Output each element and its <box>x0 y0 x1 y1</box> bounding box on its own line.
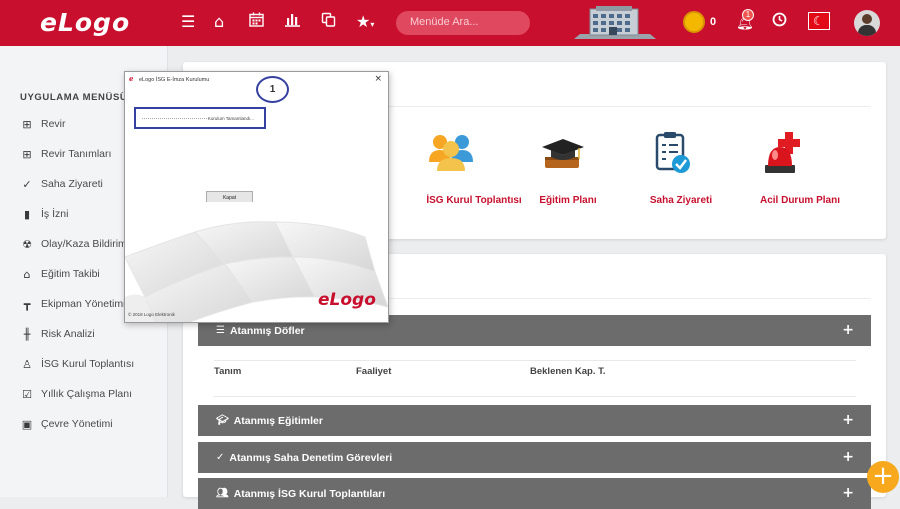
panel-atanmis-egitimler[interactable]: 🎓︎ Atanmış Eğitimler + <box>198 405 871 436</box>
shortcut-isg-kurul[interactable]: İSG Kurul Toplantısı <box>420 195 528 206</box>
add-fab-button[interactable]: + <box>867 461 899 493</box>
column-header[interactable]: Faaliyet <box>356 366 391 377</box>
notification-badge: 1 <box>742 9 754 21</box>
paint-roller-icon: ┳ <box>23 297 31 311</box>
sidebar-title: UYGULAMA MENÜSÜ <box>20 92 128 103</box>
panel-title: Atanmış Saha Denetim Görevleri <box>229 451 393 464</box>
calendar-icon: ▣ <box>21 417 33 431</box>
flag-tr-icon[interactable]: ☾ <box>808 12 830 30</box>
plus-square-icon: ⊞ <box>22 117 32 131</box>
sidebar-item-label: Revir Tanımları <box>41 148 112 160</box>
shortcut-acil-durum[interactable]: Acil Durum Planı <box>752 195 848 206</box>
home-icon[interactable]: ⌂ <box>214 12 224 32</box>
file-icon: ▮ <box>23 207 31 221</box>
bar-chart-icon[interactable] <box>284 12 301 32</box>
plus-square-icon: ⊞ <box>22 147 32 161</box>
siren-icon[interactable] <box>763 129 807 175</box>
copy-icon[interactable] <box>321 12 336 32</box>
sidebar-item-label: Çevre Yönetimi <box>41 418 113 430</box>
user-avatar[interactable] <box>854 10 880 36</box>
dialog-title: eLogo İSG E-İmza Kurulumu <box>139 77 210 83</box>
install-status-text: Kurulum Tamamlandı... <box>207 116 254 121</box>
column-header[interactable]: Tanım <box>214 366 241 377</box>
elogo-logo[interactable]: eLogo <box>40 8 130 37</box>
clock-icon[interactable] <box>772 12 787 32</box>
expand-plus-icon[interactable]: + <box>842 322 854 338</box>
check-icon: ✓ <box>216 452 225 463</box>
list-icon: ☰ <box>216 325 225 336</box>
shortcut-label: Acil Durum Planı <box>759 195 840 206</box>
sidebar-item-label: İş İzni <box>41 208 69 220</box>
shortcut-egitim-plani[interactable]: Eğitim Planı <box>530 195 606 206</box>
building-logo[interactable] <box>574 6 656 40</box>
install-status-box: Kurulum Tamamlandı... <box>134 107 266 129</box>
top-bar: eLogo ☰ ⌂ ★▾ Menüde Ara... 0 🔔︎ 1 ☾ <box>0 0 900 46</box>
group-icon[interactable] <box>428 132 474 172</box>
expand-plus-icon[interactable]: + <box>842 449 854 465</box>
menu-search-input[interactable]: Menüde Ara... <box>396 11 530 35</box>
sidebar-item-label: Risk Analizi <box>41 328 95 340</box>
graduation-cap-icon: 🎓︎ <box>216 415 229 426</box>
panel-isg-kurul[interactable]: 👥︎ Atanmış İSG Kurul Toplantıları + <box>198 478 871 509</box>
panel-title: Atanmış Döfler <box>229 324 305 337</box>
sidebar-item-label: Revir <box>41 118 66 130</box>
close-icon[interactable]: × <box>374 74 382 84</box>
panel-title: Atanmış Eğitimler <box>233 414 323 427</box>
coins-icon[interactable] <box>683 11 705 33</box>
clipboard-check-icon[interactable] <box>654 131 692 175</box>
sidebar-item-cevre[interactable]: ▣ Çevre Yönetimi <box>0 412 168 436</box>
waveform-icon: ╫ <box>23 327 31 341</box>
expand-plus-icon[interactable]: + <box>842 485 854 501</box>
bank-icon: ⌂ <box>23 267 31 281</box>
shortcut-saha-ziyareti[interactable]: Saha Ziyareti <box>640 195 722 206</box>
graduation-cap-icon[interactable] <box>541 137 585 171</box>
sidebar-item-label: Eğitim Takibi <box>41 268 100 280</box>
esign-install-dialog: ℯ eLogo İSG E-İmza Kurulumu × Kurulum Ta… <box>124 71 389 323</box>
shortcut-label: Eğitim Planı <box>539 195 597 206</box>
panel-title: Atanmış İSG Kurul Toplantıları <box>233 487 386 500</box>
panel-saha-denetim[interactable]: ✓ Atanmış Saha Denetim Görevleri + <box>198 442 871 473</box>
shortcut-label: İSG Kurul Toplantısı <box>426 195 522 206</box>
coin-count: 0 <box>710 16 717 28</box>
group-icon: 👥︎ <box>216 488 229 499</box>
dof-table-header: Tanım Faaliyet Beklenen Kap. T. <box>214 360 856 380</box>
table-divider <box>214 396 856 397</box>
sidebar-item-label: Ekipman Yönetimi <box>41 298 126 310</box>
column-header[interactable]: Beklenen Kap. T. <box>530 366 606 377</box>
check-icon: ✓ <box>22 177 32 191</box>
dialog-elogo-logo: eLogo <box>318 290 376 310</box>
sidebar-item-yillik-plan[interactable]: ☑ Yıllık Çalışma Planı <box>0 382 168 406</box>
progress-dots <box>142 118 207 119</box>
shortcut-label: Saha Ziyareti <box>649 195 713 206</box>
dialog-copyright: © 2018 Logo Elektronik <box>128 312 175 317</box>
sidebar-item-risk-analizi[interactable]: ╫ Risk Analizi <box>0 322 168 346</box>
star-icon[interactable]: ★▾ <box>356 12 374 35</box>
elogo-small-icon: ℯ <box>129 75 134 83</box>
user-icon: ♙ <box>22 357 32 371</box>
sidebar-item-label: Yıllık Çalışma Planı <box>41 388 133 400</box>
sidebar-item-label: Olay/Kaza Bildirim <box>41 238 127 250</box>
calendar-icon[interactable] <box>249 12 264 32</box>
hamburger-icon[interactable]: ☰ <box>181 12 195 32</box>
sidebar-item-label: İSG Kurul Toplantısı <box>41 358 135 370</box>
sidebar-item-label: Saha Ziyareti <box>41 178 103 190</box>
sidebar-item-isg-kurul[interactable]: ♙ İSG Kurul Toplantısı <box>0 352 168 376</box>
expand-plus-icon[interactable]: + <box>842 412 854 428</box>
checkbox-icon: ☑ <box>22 387 32 401</box>
step-number-badge: 1 <box>256 76 289 103</box>
alert-icon: ☢ <box>22 237 32 251</box>
